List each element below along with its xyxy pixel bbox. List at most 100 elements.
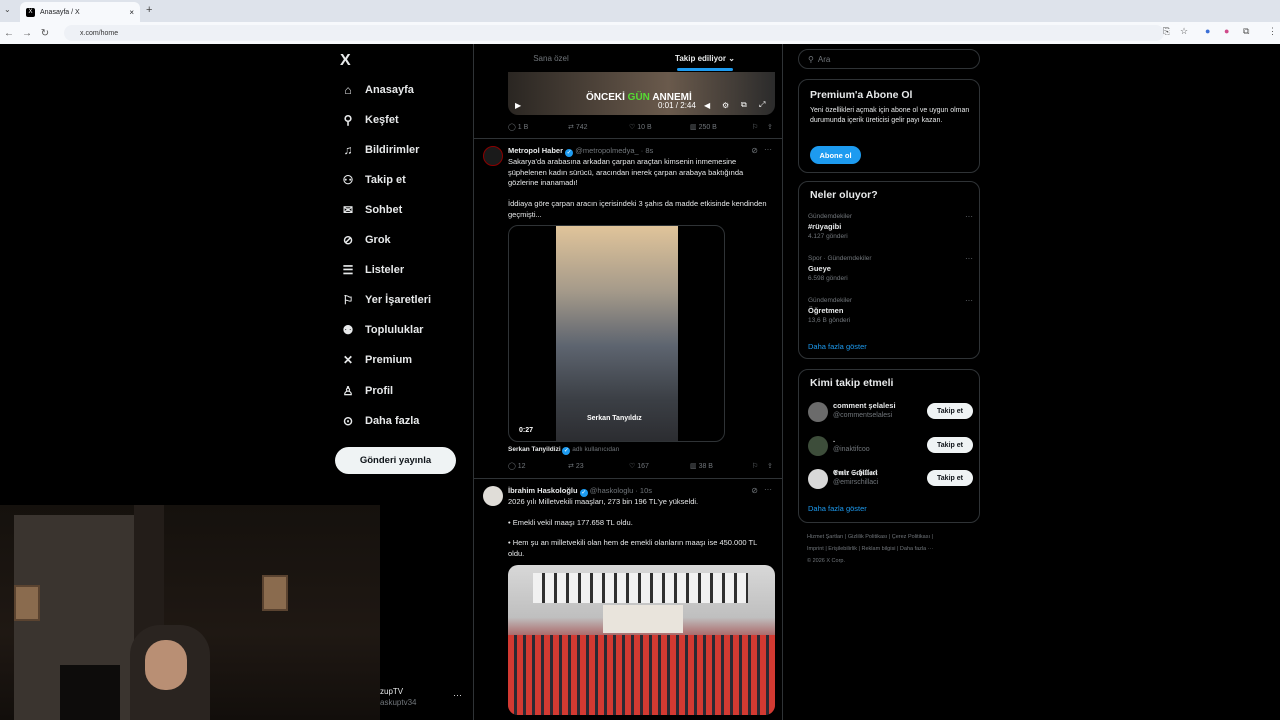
views-button[interactable]: ▥ 250 B [690,123,717,131]
show-more-link[interactable]: Daha fazla göster [808,504,867,513]
divider [474,138,782,139]
webcam-portrait-frame [262,575,288,611]
footer-links-row[interactable]: Imprint | Erişilebilirlik | Reklam bilgi… [807,543,977,555]
back-icon[interactable]: ← [0,28,18,39]
image-parliament-wall [533,573,748,603]
repost-button[interactable]: ⇄ 742 [568,123,588,131]
search-icon: ⚲ [808,54,814,64]
nav-explore[interactable]: ⚲ Keşfet [341,111,399,129]
nav-grok[interactable]: ⊘ Grok [341,231,391,249]
like-button[interactable]: ♡ 10 B [629,123,652,131]
extension2-icon[interactable]: ● [1224,26,1229,36]
repost-button[interactable]: ⇄ 23 [568,462,584,470]
author-handle[interactable]: @haskologlu · 10s [590,486,652,495]
trend-item[interactable]: Gündemdekiler #rüyagibi 4.127 gönderi ··… [808,212,973,242]
bookmark-icon[interactable]: ⚐ [752,462,758,470]
tab-for-you[interactable]: Sana özel [474,44,628,72]
nav-premium[interactable]: ✕ Premium [341,351,412,369]
more-icon[interactable]: ··· [965,254,973,264]
who-to-follow-card: Kimi takip etmeli comment şelalesi @comm… [798,369,980,523]
avatar[interactable] [483,146,503,166]
avatar[interactable] [483,486,503,506]
like-button[interactable]: ♡ 167 [629,462,649,470]
grok-icon[interactable]: ⊘ [751,146,758,155]
nav-more[interactable]: ⊙ Daha fazla [341,412,419,430]
reply-button[interactable]: ◯ 1 B [508,123,528,131]
tab-search-icon[interactable]: ⌄ [4,5,11,14]
nav-label: Premium [365,354,413,366]
show-more-link[interactable]: Daha fazla göster [808,342,867,351]
url-text: x.com/home [80,29,119,37]
more-icon[interactable]: ··· [965,296,973,306]
webcam-face [145,640,187,690]
forward-icon[interactable]: → [18,28,36,39]
grok-icon[interactable]: ⊘ [751,486,758,495]
nav-label: Listeler [365,264,405,276]
tab-following[interactable]: Takip ediliyor ⌄ [628,44,782,72]
tweet-text: • Emekli vekil maaşı 177.658 TL oldu. [508,518,633,527]
search-input[interactable]: ⚲ Ara [798,49,980,69]
video-attribution[interactable]: Serkan Tanyildizi ✓ adlı kullanıcıdan [508,446,619,455]
footer-links-row[interactable]: Hizmet Şartları | Gizlilik Politikası | … [807,531,977,543]
nav-bookmarks[interactable]: ⚐ Yer İşaretleri [341,291,431,309]
follow-suggestion[interactable]: comment şelalesi @commentselalesi Takip … [808,401,973,423]
nav-notifications[interactable]: ♫ Bildirimler [341,141,420,159]
follow-button[interactable]: Takip et [927,437,973,453]
nav-lists[interactable]: ☰ Listeler [341,261,405,279]
nav-follow[interactable]: ⚇ Takip et [341,171,406,189]
star-icon[interactable]: ☆ [1180,26,1188,37]
subscribe-button[interactable]: Abone ol [810,146,861,164]
address-bar[interactable]: x.com/home [64,25,1164,41]
author-name[interactable]: İbrahim Haskoloğlu [508,486,578,495]
x-logo-icon[interactable]: X [340,52,351,70]
tab-close-icon[interactable]: × [129,8,134,17]
tab-title: Anasayfa / X [40,8,80,16]
fullscreen-icon[interactable]: ⤢ [759,100,765,110]
browser-tab[interactable]: X Anasayfa / X × [20,2,140,22]
trend-item[interactable]: Spor · Gündemdekiler Gueye 6.598 gönderi… [808,254,973,284]
tweet-image[interactable] [508,565,775,715]
active-tab-indicator [677,68,733,71]
nav-label: Daha fazla [365,415,420,427]
who-to-follow-title: Kimi takip etmeli [810,377,894,389]
trend-item[interactable]: Gündemdekiler Öğretmen 13,6 B gönderi ··… [808,296,973,326]
follow-suggestion[interactable]: . @inaktifcoo Takip et [808,435,973,457]
post-button[interactable]: Gönderi yayınla [335,447,456,474]
nav-communities[interactable]: ⚉ Topluluklar [341,321,424,339]
more-icon[interactable]: ··· [965,212,973,222]
bookmark-icon: ⚐ [342,293,354,307]
share-icon[interactable]: ⇪ [767,123,773,131]
follow-suggestion[interactable]: 𝕰𝖒𝖎𝖗 𝕾𝖈𝖍𝖎𝖑𝖑𝖆𝖈𝖎 @emirschillaci Takip et [808,468,973,490]
volume-icon[interactable]: ◀ [704,101,710,110]
more-icon[interactable]: ··· [764,485,772,494]
views-button[interactable]: ▥ 38 B [690,462,713,470]
profile-more-icon[interactable]: ··· [453,690,462,700]
tweet-video[interactable]: 0:27 Serkan Tanyıldız [508,225,725,442]
nav-label: Bildirimler [365,144,420,156]
reload-icon[interactable]: ↻ [36,28,54,39]
extension-icon[interactable]: ● [1205,26,1210,36]
account-switcher[interactable]: zupTV askuptv34 [380,686,416,708]
nav-home[interactable]: ⌂ Anasayfa [341,81,414,99]
tweet-text: Sakarya'da arabasına arkadan çarpan araç… [508,157,744,187]
follow-button[interactable]: Takip et [927,470,973,486]
pip-icon[interactable]: ⧉ [741,100,747,110]
new-tab-button[interactable]: + [146,4,152,16]
nav-profile[interactable]: ♙ Profil [341,382,394,400]
divider [474,478,782,479]
author-name[interactable]: Metropol Haber [508,146,563,155]
menu-icon[interactable]: ⋮ [1268,26,1277,37]
more-icon[interactable]: ··· [764,145,772,154]
top-video-player[interactable]: ÖNCEKİ GÜN ANNEMİ ▶ 0:01 / 2:44 ◀ ⚙ ⧉ ⤢ [508,72,775,115]
settings-icon[interactable]: ⚙ [722,101,729,110]
author-handle[interactable]: @metropolmedya_ · 8s [575,146,653,155]
share-icon[interactable]: ⇪ [767,462,773,470]
follow-button[interactable]: Takip et [927,403,973,419]
extensions-puzzle-icon[interactable]: ⧉ [1243,26,1249,37]
bookmark-icon[interactable]: ⚐ [752,123,758,131]
play-icon[interactable]: ▶ [515,101,521,110]
nav-messages[interactable]: ✉ Sohbet [341,201,402,219]
search-placeholder: Ara [817,54,831,64]
reply-button[interactable]: ◯ 12 [508,462,526,470]
install-icon[interactable]: ⎘ [1163,26,1170,37]
